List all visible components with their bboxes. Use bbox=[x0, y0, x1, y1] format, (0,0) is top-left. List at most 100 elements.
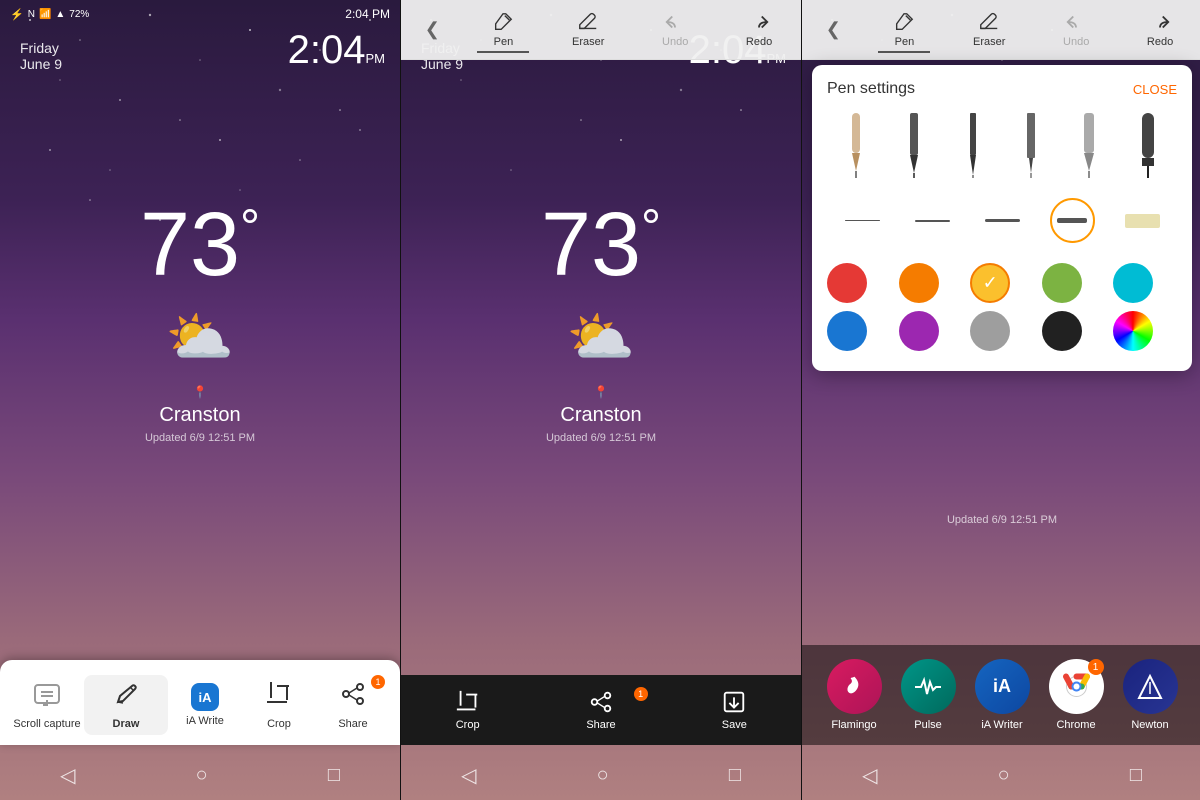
panel2-share-badge: 1 bbox=[634, 687, 648, 701]
redo-tool-btn[interactable]: Redo bbox=[731, 6, 787, 53]
panel3-back-icon[interactable]: ❮ bbox=[816, 19, 851, 40]
bluetooth-icon: ⚡ bbox=[10, 8, 24, 21]
wifi-icon: ▲ bbox=[55, 9, 65, 20]
newton-app-name: Newton bbox=[1131, 719, 1168, 731]
home-icon[interactable]: ○ bbox=[196, 764, 208, 787]
color-black[interactable] bbox=[1042, 311, 1082, 351]
color-gray[interactable] bbox=[970, 311, 1010, 351]
app-dock: Flamingo Pulse iA iA Writer bbox=[802, 645, 1200, 745]
newton-app-icon[interactable] bbox=[1123, 659, 1178, 714]
time-display: 2:04PM bbox=[288, 30, 385, 70]
color-custom[interactable] bbox=[1113, 311, 1153, 351]
line-size-5[interactable] bbox=[1120, 203, 1165, 238]
panel3-nav-bar: ◁ ○ □ bbox=[802, 750, 1200, 800]
line-size-selector bbox=[827, 193, 1177, 248]
scroll-capture-icon bbox=[33, 680, 61, 714]
undo-tool-label: Undo bbox=[662, 36, 688, 48]
panel2-cloud-icon: ⛅ bbox=[541, 305, 661, 370]
nfc-icon: N bbox=[28, 9, 35, 20]
panel3-undo-label: Undo bbox=[1063, 36, 1089, 48]
panel3-eraser-icon bbox=[978, 11, 1000, 33]
nav-bar: ◁ ○ □ bbox=[0, 750, 400, 800]
panel3-updated-text: Updated 6/9 12:51 PM bbox=[947, 514, 1057, 526]
line-size-1[interactable] bbox=[840, 203, 885, 238]
panel3-undo-btn[interactable]: Undo bbox=[1048, 6, 1104, 53]
scroll-capture-btn[interactable]: Scroll capture bbox=[10, 680, 84, 730]
month-label: June 9 bbox=[20, 56, 62, 72]
panel3-eraser-label: Eraser bbox=[973, 36, 1005, 48]
panel2-recents-icon[interactable]: □ bbox=[729, 764, 741, 787]
pen-type-4[interactable] bbox=[1009, 113, 1054, 178]
flamingo-app-icon[interactable] bbox=[827, 659, 882, 714]
panel2-save-btn[interactable]: Save bbox=[668, 689, 801, 731]
color-cyan[interactable] bbox=[1113, 263, 1153, 303]
color-blue[interactable] bbox=[827, 311, 867, 351]
crop-svg bbox=[265, 680, 293, 708]
pulse-app-name: Pulse bbox=[914, 719, 942, 731]
annotation-toolbar-panel3: ❮ Pen Eraser Undo bbox=[802, 0, 1200, 60]
draw-btn[interactable]: Draw bbox=[84, 675, 168, 735]
line-size-4-selected[interactable] bbox=[1050, 198, 1095, 243]
panel2-weather: 73° ⛅ 📍 Cranston Updated 6/9 12:51 PM bbox=[541, 200, 661, 444]
color-yellow-selected[interactable] bbox=[970, 263, 1010, 303]
color-orange[interactable] bbox=[899, 263, 939, 303]
panel2-updated: Updated 6/9 12:51 PM bbox=[541, 432, 661, 444]
panel-3: ❮ Pen Eraser Undo bbox=[802, 0, 1200, 800]
undo-tool-btn[interactable]: Undo bbox=[647, 6, 703, 53]
panel3-back-nav-icon[interactable]: ◁ bbox=[862, 763, 877, 788]
panel2-share-icon bbox=[588, 689, 614, 715]
date-display: Friday June 9 bbox=[20, 40, 62, 72]
panel2-share-label: Share bbox=[586, 719, 615, 731]
panel3-pen-btn[interactable]: Pen bbox=[878, 6, 930, 53]
ia-writer-app-icon[interactable]: iA bbox=[975, 659, 1030, 714]
panel2-crop-label: Crop bbox=[456, 719, 480, 731]
panel3-recents-nav-icon[interactable]: □ bbox=[1130, 764, 1142, 787]
pen-type-3[interactable] bbox=[950, 113, 995, 178]
pen-nib-5-icon bbox=[1078, 113, 1100, 178]
pen-type-6[interactable] bbox=[1125, 113, 1170, 178]
panel2-temperature: 73° bbox=[541, 200, 661, 290]
back-icon[interactable]: ◁ bbox=[60, 763, 75, 788]
line-size-3[interactable] bbox=[980, 203, 1025, 238]
ia-writer-app-wrapper: iA iA Writer bbox=[975, 659, 1030, 731]
color-green[interactable] bbox=[1042, 263, 1082, 303]
panel2-location-pin: 📍 bbox=[541, 385, 661, 399]
panel2-home-icon[interactable]: ○ bbox=[597, 764, 609, 787]
panel2-share-btn[interactable]: 1 Share bbox=[534, 689, 667, 731]
signal-bars: 📶 bbox=[39, 9, 51, 20]
pulse-app-icon[interactable] bbox=[901, 659, 956, 714]
panel2-back-icon[interactable]: ◁ bbox=[461, 763, 476, 788]
updated-text: Updated 6/9 12:51 PM bbox=[140, 432, 260, 444]
crop-btn[interactable]: Crop bbox=[242, 680, 316, 730]
panel3-eraser-btn[interactable]: Eraser bbox=[958, 6, 1020, 53]
panel3-home-nav-icon[interactable]: ○ bbox=[998, 764, 1010, 787]
pen-type-1[interactable] bbox=[834, 113, 879, 178]
status-time: 2:04 PM bbox=[345, 7, 390, 21]
pen-tool-icon bbox=[492, 11, 514, 33]
ia-writer-app-name: iA Writer bbox=[981, 719, 1022, 731]
scroll-capture-label: Scroll capture bbox=[13, 718, 80, 730]
ampm-value: PM bbox=[366, 51, 386, 66]
panel3-redo-btn[interactable]: Redo bbox=[1132, 6, 1188, 53]
annotation-back-icon[interactable]: ❮ bbox=[415, 19, 450, 40]
pulse-app-wrapper: Pulse bbox=[901, 659, 956, 731]
crop-label: Crop bbox=[267, 718, 291, 730]
recents-icon[interactable]: □ bbox=[328, 764, 340, 787]
location-pin-icon: 📍 bbox=[140, 385, 260, 399]
color-purple[interactable] bbox=[899, 311, 939, 351]
pen-tool-label: Pen bbox=[494, 36, 514, 48]
share-btn[interactable]: 1 Share bbox=[316, 680, 390, 730]
ia-write-btn[interactable]: iA iA Write bbox=[168, 683, 242, 727]
pen-type-5[interactable] bbox=[1067, 113, 1112, 178]
eraser-tool-btn[interactable]: Eraser bbox=[557, 6, 619, 53]
pen-tool-btn[interactable]: Pen bbox=[477, 6, 529, 53]
newton-app-wrapper: Newton bbox=[1123, 659, 1178, 731]
pen-settings-close-btn[interactable]: CLOSE bbox=[1133, 82, 1177, 97]
pen-type-2[interactable] bbox=[892, 113, 937, 178]
color-red[interactable] bbox=[827, 263, 867, 303]
line-sample-thick bbox=[1057, 218, 1087, 223]
panel2-crop-btn[interactable]: Crop bbox=[401, 689, 534, 731]
line-size-2[interactable] bbox=[910, 203, 955, 238]
chrome-app-name: Chrome bbox=[1056, 719, 1095, 731]
panel-2: ❮ Pen Eraser Undo bbox=[401, 0, 801, 800]
